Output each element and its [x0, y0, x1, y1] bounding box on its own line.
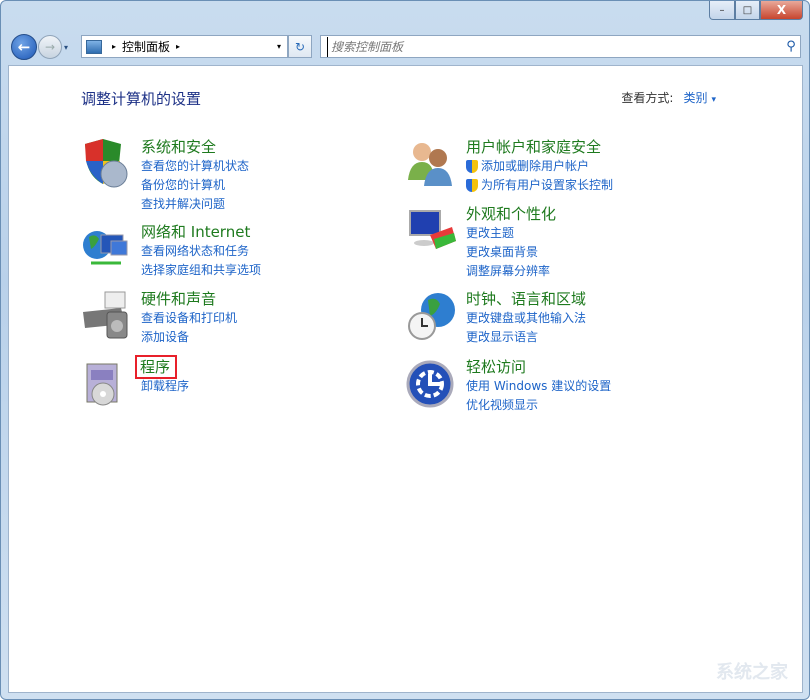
link[interactable]: 更改主题	[466, 224, 556, 243]
link[interactable]: 优化视频显示	[466, 396, 611, 415]
link[interactable]: 卸载程序	[141, 377, 189, 396]
search-icon[interactable]: ⚲	[782, 39, 800, 54]
link[interactable]: 使用 Windows 建议的设置	[466, 377, 611, 396]
view-by-label: 查看方式:	[621, 91, 673, 105]
category-title[interactable]: 用户帐户和家庭安全	[466, 138, 613, 157]
recent-pages-dropdown[interactable]: ▾	[64, 43, 68, 52]
link[interactable]: 查看设备和打印机	[141, 309, 237, 328]
category-title[interactable]: 网络和 Internet	[141, 223, 261, 242]
link[interactable]: 选择家庭组和共享选项	[141, 261, 261, 280]
appearance-icon[interactable]	[406, 205, 460, 259]
category-system-security: 系统和安全 查看您的计算机状态 备份您的计算机 查找并解决问题	[81, 138, 249, 214]
category-appearance: 外观和个性化 更改主题 更改桌面背景 调整屏幕分辨率	[406, 205, 556, 281]
maximize-button[interactable]: □	[735, 1, 760, 20]
link[interactable]: 添加或删除用户帐户	[466, 157, 613, 176]
shield-icon[interactable]	[81, 138, 135, 192]
control-panel-window: – □ X ← → ▾ ▸ 控制面板 ▸ ▾ ↻ ⚲ 调整计算机的设置 查看方式…	[0, 0, 810, 700]
category-hardware-sound: 硬件和声音 查看设备和打印机 添加设备	[81, 290, 237, 347]
network-icon[interactable]	[81, 223, 135, 277]
link[interactable]: 添加设备	[141, 328, 237, 347]
chevron-down-icon[interactable]: ▾	[711, 95, 716, 105]
uac-shield-icon	[466, 160, 478, 173]
category-title[interactable]: 程序	[141, 358, 189, 377]
category-programs: 程序 卸载程序	[81, 358, 189, 412]
watermark: 系统之家	[716, 658, 788, 684]
refresh-button[interactable]: ↻	[288, 35, 312, 58]
link[interactable]: 备份您的计算机	[141, 176, 249, 195]
category-network-internet: 网络和 Internet 查看网络状态和任务 选择家庭组和共享选项	[81, 223, 261, 280]
address-bar[interactable]: ▸ 控制面板 ▸ ▾	[81, 35, 288, 58]
page-title: 调整计算机的设置	[81, 88, 201, 109]
chevron-right-icon[interactable]: ▸	[112, 42, 116, 51]
link[interactable]: 更改显示语言	[466, 328, 586, 347]
back-button[interactable]: ←	[11, 34, 37, 60]
category-ease-of-access: 轻松访问 使用 Windows 建议的设置 优化视频显示	[406, 358, 611, 415]
category-clock-language-region: 时钟、语言和区域 更改键盘或其他输入法 更改显示语言	[406, 290, 586, 347]
view-by-select[interactable]: 类别	[683, 91, 707, 105]
close-button[interactable]: X	[760, 1, 803, 20]
view-by: 查看方式: 类别 ▾	[621, 89, 716, 106]
link[interactable]: 调整屏幕分辨率	[466, 262, 556, 281]
printer-icon[interactable]	[81, 290, 135, 344]
category-title[interactable]: 时钟、语言和区域	[466, 290, 586, 309]
category-title[interactable]: 外观和个性化	[466, 205, 556, 224]
clock-globe-icon[interactable]	[406, 290, 460, 344]
highlighted-programs-title[interactable]: 程序	[138, 358, 174, 376]
category-title[interactable]: 硬件和声音	[141, 290, 237, 309]
chevron-right-icon[interactable]: ▸	[176, 42, 180, 51]
link[interactable]: 查看您的计算机状态	[141, 157, 249, 176]
minimize-button[interactable]: –	[709, 1, 735, 20]
category-title[interactable]: 轻松访问	[466, 358, 611, 377]
breadcrumb-control-panel[interactable]: 控制面板	[122, 38, 170, 55]
category-title[interactable]: 系统和安全	[141, 138, 249, 157]
content-pane: 调整计算机的设置 查看方式: 类别 ▾ 系统和安全 查看您的计算机状态 备份您的计算…	[8, 65, 803, 693]
control-panel-icon	[86, 40, 102, 54]
link[interactable]: 更改键盘或其他输入法	[466, 309, 586, 328]
programs-icon[interactable]	[81, 358, 135, 412]
search-box: ⚲	[320, 35, 801, 58]
search-input[interactable]	[327, 37, 782, 57]
category-user-accounts: 用户帐户和家庭安全 添加或删除用户帐户 为所有用户设置家长控制	[406, 138, 613, 195]
uac-shield-icon	[466, 179, 478, 192]
address-dropdown[interactable]: ▾	[277, 42, 281, 51]
link[interactable]: 查找并解决问题	[141, 195, 249, 214]
users-icon[interactable]	[406, 138, 460, 192]
link[interactable]: 查看网络状态和任务	[141, 242, 261, 261]
link[interactable]: 更改桌面背景	[466, 243, 556, 262]
ease-of-access-icon[interactable]	[406, 358, 460, 412]
forward-button[interactable]: →	[38, 35, 62, 59]
link[interactable]: 为所有用户设置家长控制	[466, 176, 613, 195]
